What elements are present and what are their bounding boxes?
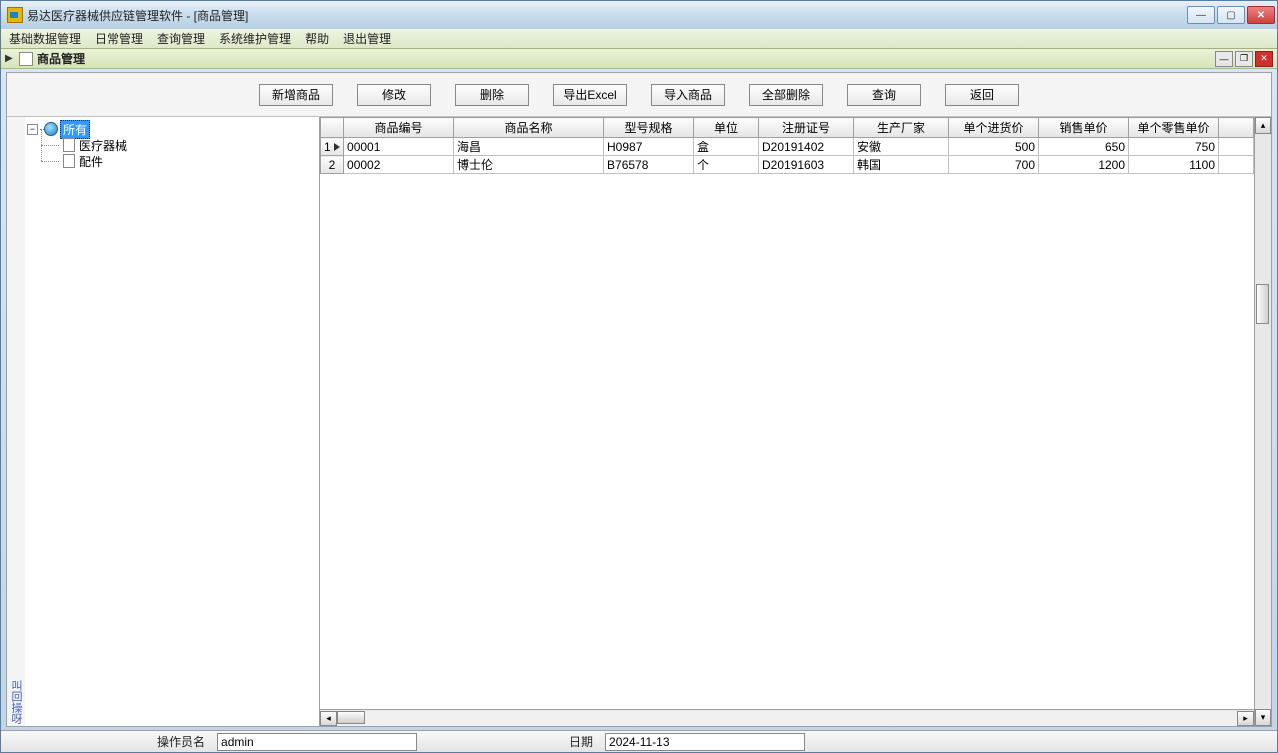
minimize-button[interactable]: — [1187,6,1215,24]
mdi-restore-button[interactable]: ❐ [1235,51,1253,67]
query-button[interactable]: 查询 [847,84,921,106]
col-spec[interactable]: 型号规格 [604,118,694,138]
scroll-down-icon[interactable]: ▾ [1255,709,1271,726]
export-excel-button[interactable]: 导出Excel [553,84,627,106]
app-icon [7,7,23,23]
menu-exit[interactable]: 退出管理 [343,30,391,47]
document-icon [19,52,33,66]
client-area: 新增商品 修改 删除 导出Excel 导入商品 全部删除 查询 返回 叫回操呀 … [6,72,1272,727]
scroll-right-icon[interactable]: ▸ [1237,711,1254,726]
tree-item-label: 医疗器械 [79,137,127,154]
menu-help[interactable]: 帮助 [305,30,329,47]
document-icon [63,154,75,168]
mdi-title: 商品管理 [37,50,1215,67]
app-window: 易达医疗器械供应链管理软件 - [商品管理] — ▢ ✕ 基础数据管理 日常管理… [0,0,1278,753]
mdi-titlebar: ▶ 商品管理 — ❐ ✕ [1,49,1277,69]
row-indicator: 1 [321,138,344,156]
mdi-close-button[interactable]: ✕ [1255,51,1273,67]
scroll-left-icon[interactable]: ◂ [320,711,337,726]
col-reg-no[interactable]: 注册证号 [759,118,854,138]
tree-root-row[interactable]: − 所有 [27,121,317,137]
col-mfr[interactable]: 生产厂家 [854,118,949,138]
menu-system[interactable]: 系统维护管理 [219,30,291,47]
back-button[interactable]: 返回 [945,84,1019,106]
category-tree: − 所有 医疗器械 配件 [25,117,320,726]
edit-button[interactable]: 修改 [357,84,431,106]
row-header-corner [321,118,344,138]
product-grid[interactable]: 商品编号 商品名称 型号规格 单位 注册证号 生产厂家 单个进货价 销售单价 单… [320,117,1254,174]
split-pane: 叫回操呀 − 所有 医疗器械 配件 [7,117,1271,726]
operator-field[interactable] [217,733,417,751]
col-sale[interactable]: 销售单价 [1039,118,1129,138]
tree-item-parts[interactable]: 配件 [27,153,317,169]
close-button[interactable]: ✕ [1247,6,1275,24]
statusbar: 操作员名 日期 [1,730,1277,752]
globe-icon [44,122,58,136]
operator-label: 操作员名 [157,733,205,750]
document-icon [63,138,75,152]
delete-button[interactable]: 删除 [455,84,529,106]
toolbar: 新增商品 修改 删除 导出Excel 导入商品 全部删除 查询 返回 [7,73,1271,117]
menubar: 基础数据管理 日常管理 查询管理 系统维护管理 帮助 退出管理 [1,29,1277,49]
scroll-thumb[interactable] [1256,284,1269,324]
date-label: 日期 [569,733,593,750]
tree-item-medical[interactable]: 医疗器械 [27,137,317,153]
date-field[interactable] [605,733,805,751]
horizontal-scrollbar[interactable]: ◂ ▸ [320,709,1254,726]
table-row[interactable]: 1 00001 海昌 H0987 盒 D20191402 安徽 500 650 … [321,138,1254,156]
mdi-arrow-icon: ▶ [5,53,15,64]
mdi-minimize-button[interactable]: — [1215,51,1233,67]
scroll-thumb[interactable] [337,711,365,724]
menu-basic-data[interactable]: 基础数据管理 [9,30,81,47]
col-product-id[interactable]: 商品编号 [344,118,454,138]
side-vertical-text: 叫回操呀 [7,117,25,726]
col-unit[interactable]: 单位 [694,118,759,138]
col-retail[interactable]: 单个零售单价 [1129,118,1219,138]
add-button[interactable]: 新增商品 [259,84,333,106]
col-extra [1219,118,1254,138]
menu-query[interactable]: 查询管理 [157,30,205,47]
window-title: 易达医疗器械供应链管理软件 - [商品管理] [27,7,1187,24]
col-product-name[interactable]: 商品名称 [454,118,604,138]
maximize-button[interactable]: ▢ [1217,6,1245,24]
menu-daily[interactable]: 日常管理 [95,30,143,47]
titlebar: 易达医疗器械供应链管理软件 - [商品管理] — ▢ ✕ [1,1,1277,29]
scroll-up-icon[interactable]: ▴ [1255,117,1271,134]
col-cost[interactable]: 单个进货价 [949,118,1039,138]
table-row[interactable]: 2 00002 博士伦 B76578 个 D20191603 韩国 700 12… [321,156,1254,174]
tree-item-label: 配件 [79,153,103,170]
row-indicator: 2 [321,156,344,174]
tree-collapse-icon[interactable]: − [27,124,38,135]
vertical-scrollbar[interactable]: ▴ ▾ [1254,117,1271,726]
delete-all-button[interactable]: 全部删除 [749,84,823,106]
import-button[interactable]: 导入商品 [651,84,725,106]
grid-panel: 商品编号 商品名称 型号规格 单位 注册证号 生产厂家 单个进货价 销售单价 单… [320,117,1254,726]
